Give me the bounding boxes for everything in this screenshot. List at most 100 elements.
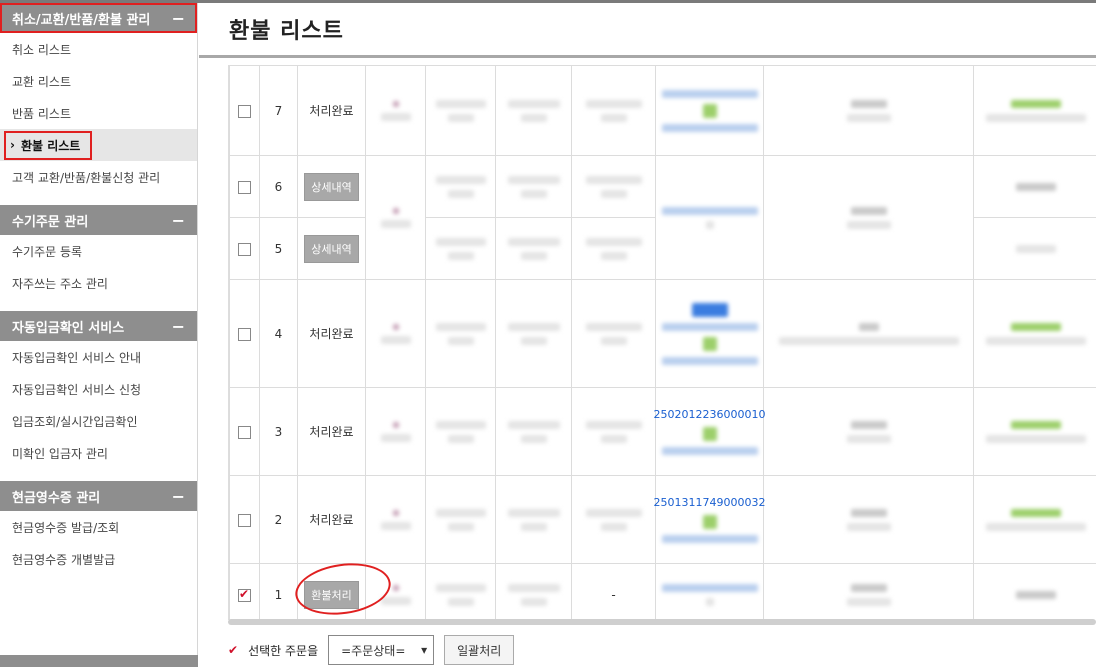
section-header-cash-receipt[interactable]: 현금영수증 관리 − xyxy=(0,481,197,511)
sidebar-item-label: 교환 리스트 xyxy=(12,74,72,89)
collapse-icon[interactable]: − xyxy=(172,317,185,336)
sidebar-item-cancel-list[interactable]: 취소 리스트 xyxy=(0,33,197,65)
sidebar-item-auto-deposit-guide[interactable]: 자동입금확인 서비스 안내 xyxy=(0,341,197,373)
row-checkbox-cell[interactable] xyxy=(229,155,260,218)
order-number-link[interactable]: 2502012236000010 xyxy=(654,408,766,421)
blurred-cell xyxy=(495,217,572,280)
sidebar-item-return-list[interactable]: 반품 리스트 xyxy=(0,97,197,129)
row-number: 5 xyxy=(259,217,298,280)
row-checkbox[interactable] xyxy=(238,104,251,118)
table-row[interactable]: 2 처리완료 2501311749000032 xyxy=(229,475,1096,564)
row-number: 7 xyxy=(259,65,298,156)
row-status: 처리완료 xyxy=(297,475,366,564)
sidebar-item-exchange-list[interactable]: 교환 리스트 xyxy=(0,65,197,97)
sidebar-item-cash-receipt-individual[interactable]: 현금영수증 개별발급 xyxy=(0,543,197,575)
section-title: 취소/교환/반품/환불 관리 xyxy=(12,12,151,28)
blurred-order-cell[interactable] xyxy=(655,155,764,280)
detail-button[interactable]: 상세내역 xyxy=(304,172,359,201)
row-status: 처리완료 xyxy=(297,65,366,156)
selected-orders-label: 선택한 주문을 xyxy=(248,643,319,658)
refund-table-container[interactable]: 7 처리완료 6 상세내역 5 상세내역 4 처리완료 3 처리완료 25020… xyxy=(228,65,1096,620)
sidebar-item-label: 자동입금확인 서비스 신청 xyxy=(12,382,142,397)
dash-cell: - xyxy=(571,563,656,620)
order-number-cell[interactable]: 2502012236000010 xyxy=(654,387,766,476)
sidebar-item-auto-deposit-apply[interactable]: 자동입금확인 서비스 신청 xyxy=(0,373,197,405)
row-status-cell: 상세내역 xyxy=(297,155,366,218)
sidebar-item-label: 취소 리스트 xyxy=(12,42,72,57)
blurred-cell xyxy=(571,217,656,280)
refund-table: 7 처리완료 6 상세내역 5 상세내역 4 처리완료 3 처리완료 25020… xyxy=(229,65,1096,620)
sidebar-item-label: 자주쓰는 주소 관리 xyxy=(12,276,108,291)
blurred-cell xyxy=(425,217,496,280)
blurred-cell xyxy=(425,65,496,156)
sidebar-item-label: 현금영수증 개별발급 xyxy=(12,552,116,567)
page: 취소/교환/반품/환불 관리 − 취소 리스트 교환 리스트 반품 리스트 › … xyxy=(0,0,1096,667)
section-header-auto-deposit[interactable]: 자동입금확인 서비스 − xyxy=(0,311,197,341)
blurred-order-cell[interactable] xyxy=(655,65,764,156)
section-title: 수기주문 관리 xyxy=(12,214,89,230)
order-status-select[interactable]: =주문상태= ▾ xyxy=(328,635,435,665)
blurred-cell xyxy=(365,155,426,280)
section-header-collapsed[interactable] xyxy=(0,655,198,667)
blurred-cell xyxy=(365,65,426,156)
blurred-cell xyxy=(571,65,656,156)
sidebar-item-label: 미확인 입금자 관리 xyxy=(12,446,108,461)
row-checkbox-cell[interactable] xyxy=(229,563,260,620)
sidebar-item-manual-order-register[interactable]: 수기주문 등록 xyxy=(0,235,197,267)
collapse-icon[interactable]: − xyxy=(172,487,185,506)
blurred-cell xyxy=(763,279,974,388)
table-row[interactable]: 4 처리완료 xyxy=(229,279,1096,388)
row-checkbox[interactable] xyxy=(238,425,251,439)
row-checkbox[interactable] xyxy=(238,327,251,341)
blurred-cell xyxy=(763,65,974,156)
blurred-cell xyxy=(495,155,572,218)
row-number: 1 xyxy=(259,563,298,620)
table-row[interactable]: 3 처리완료 2502012236000010 xyxy=(229,387,1096,476)
row-status-cell: 상세내역 xyxy=(297,217,366,280)
sidebar-item-cash-receipt-issue[interactable]: 현금영수증 발급/조회 xyxy=(0,511,197,543)
collapse-icon[interactable]: − xyxy=(172,9,185,28)
row-checkbox-cell[interactable] xyxy=(229,387,260,476)
blurred-cell xyxy=(571,279,656,388)
blurred-cell xyxy=(571,387,656,476)
row-number: 6 xyxy=(259,155,298,218)
row-checkbox-cell[interactable] xyxy=(229,217,260,280)
blurred-cell xyxy=(425,279,496,388)
row-number: 4 xyxy=(259,279,298,388)
sidebar-item-customer-request[interactable]: 고객 교환/반품/환불신청 관리 xyxy=(0,161,197,193)
section-header-manual-order[interactable]: 수기주문 관리 − xyxy=(0,205,197,235)
row-checkbox[interactable] xyxy=(238,587,251,602)
row-checkbox-cell[interactable] xyxy=(229,279,260,388)
row-number: 3 xyxy=(259,387,298,476)
bulk-action-bar: ✔ 선택한 주문을 =주문상태= ▾ 일괄처리 xyxy=(228,633,515,667)
blurred-cell xyxy=(973,475,1096,564)
table-row[interactable]: 7 처리완료 xyxy=(229,65,1096,156)
page-header: 환불 리스트 xyxy=(199,3,1096,58)
blurred-order-cell[interactable] xyxy=(655,563,764,620)
sidebar-item-refund-list[interactable]: › 환불 리스트 xyxy=(0,129,197,161)
sidebar-item-deposit-lookup[interactable]: 입금조회/실시간입금확인 xyxy=(0,405,197,437)
sidebar-item-address-book[interactable]: 자주쓰는 주소 관리 xyxy=(0,267,197,299)
row-checkbox[interactable] xyxy=(238,242,251,256)
chevron-right-icon: › xyxy=(10,138,15,152)
section-header-cancel-exchange[interactable]: 취소/교환/반품/환불 관리 − xyxy=(0,3,197,33)
blurred-cell xyxy=(425,563,496,620)
batch-process-button[interactable]: 일괄처리 xyxy=(444,635,515,665)
blurred-cell xyxy=(425,475,496,564)
blurred-order-cell[interactable] xyxy=(655,279,764,388)
row-checkbox-cell[interactable] xyxy=(229,475,260,564)
order-number-cell[interactable]: 2501311749000032 xyxy=(654,475,766,564)
sidebar-item-unconfirmed-depositor[interactable]: 미확인 입금자 관리 xyxy=(0,437,197,469)
row-checkbox[interactable] xyxy=(238,513,251,527)
sidebar-item-label: 반품 리스트 xyxy=(12,106,72,121)
detail-button[interactable]: 상세내역 xyxy=(304,234,359,263)
sidebar: 취소/교환/반품/환불 관리 − 취소 리스트 교환 리스트 반품 리스트 › … xyxy=(0,3,198,667)
row-checkbox[interactable] xyxy=(238,180,251,194)
blurred-cell xyxy=(571,155,656,218)
order-number-link[interactable]: 2501311749000032 xyxy=(654,496,766,509)
row-checkbox-cell[interactable] xyxy=(229,65,260,156)
chevron-down-icon: ▾ xyxy=(421,643,428,657)
collapse-icon[interactable]: − xyxy=(172,211,185,230)
horizontal-scrollbar[interactable] xyxy=(228,619,1096,625)
table-row[interactable]: 6 상세내역 xyxy=(229,155,1096,280)
